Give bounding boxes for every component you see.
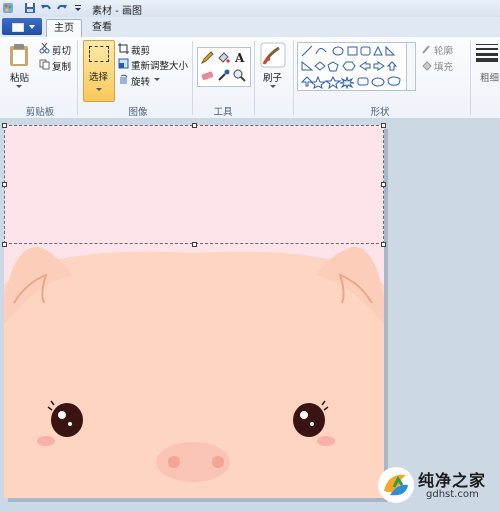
- selection-handle[interactable]: [381, 242, 386, 247]
- crop-button[interactable]: 裁剪: [131, 43, 150, 57]
- cut-button[interactable]: 剪切: [52, 43, 71, 57]
- title-bar: 素材 - 画图: [0, 0, 500, 18]
- tab-view[interactable]: 查看: [84, 19, 120, 37]
- rotate-button[interactable]: 旋转: [131, 74, 150, 88]
- selection-handle[interactable]: [381, 182, 386, 187]
- ribbon-home: 粘贴 剪切 复制 剪贴板 选择 裁剪 重新调整大小 旋转 图像 A 工具 刷子 …: [0, 37, 500, 119]
- size-button[interactable]: 粗细: [480, 70, 499, 84]
- brushes-button[interactable]: 刷子: [263, 70, 282, 84]
- customize-quick-access-icon[interactable]: [72, 2, 84, 14]
- window-title: 素材 - 画图: [92, 6, 142, 17]
- tools-box: A: [197, 47, 251, 87]
- save-icon[interactable]: [24, 2, 36, 14]
- copy-icon: [39, 59, 50, 70]
- eraser-icon[interactable]: [200, 68, 215, 83]
- shapes-icons[interactable]: [300, 44, 404, 89]
- rotate-dropdown-icon[interactable]: [154, 78, 160, 81]
- selection-handle[interactable]: [192, 242, 197, 247]
- brushes-dropdown-icon[interactable]: [270, 85, 276, 88]
- selection-handle[interactable]: [2, 182, 7, 187]
- outline-icon: [422, 45, 430, 54]
- select-dropdown-icon: [96, 88, 102, 91]
- watermark-url: gdhst.com: [426, 489, 479, 500]
- undo-icon[interactable]: [40, 2, 52, 14]
- paste-button[interactable]: 粘贴: [10, 70, 29, 84]
- selection-handle[interactable]: [192, 123, 197, 128]
- selection-handle[interactable]: [381, 123, 386, 128]
- magnifier-icon[interactable]: [232, 68, 247, 83]
- divider: [293, 41, 294, 115]
- selection-rectangle[interactable]: [4, 125, 384, 244]
- svg-text:A: A: [234, 51, 245, 65]
- select-button[interactable]: 选择: [83, 40, 115, 102]
- clipboard-group-label: 剪贴板: [25, 107, 55, 118]
- shapes-group-label: 形状: [370, 107, 390, 118]
- brush-icon[interactable]: [260, 42, 286, 68]
- fill-icon: [422, 61, 432, 71]
- text-icon[interactable]: A: [232, 50, 247, 65]
- shapes-gallery: [297, 42, 407, 91]
- fill-bucket-icon[interactable]: [216, 50, 231, 65]
- crop-icon: [118, 43, 129, 54]
- chevron-down-icon: [29, 25, 35, 29]
- watermark-logo-icon: [378, 467, 414, 503]
- resize-button[interactable]: 重新调整大小: [131, 58, 188, 72]
- pencil-icon[interactable]: [200, 50, 215, 65]
- resize-icon: [118, 58, 129, 69]
- redo-icon[interactable]: [56, 2, 68, 14]
- divider: [192, 41, 193, 115]
- select-icon: [89, 46, 109, 62]
- paint-app-icon: [3, 3, 13, 13]
- file-menu-button[interactable]: [2, 18, 42, 35]
- watermark: 纯净之家 gdhst.com: [374, 463, 496, 507]
- divider: [77, 41, 78, 115]
- outline-button[interactable]: 轮廓: [434, 43, 453, 57]
- line-size-icon[interactable]: [476, 43, 498, 63]
- image-group-label: 图像: [128, 107, 148, 118]
- paste-icon[interactable]: [8, 43, 30, 67]
- divider: [470, 41, 471, 115]
- rotate-icon: [120, 74, 128, 84]
- selection-handle[interactable]: [2, 242, 7, 247]
- select-label: 选择: [89, 72, 109, 83]
- tab-home[interactable]: 主页: [46, 19, 82, 38]
- copy-button[interactable]: 复制: [52, 59, 71, 73]
- selection-handle[interactable]: [2, 123, 7, 128]
- file-menu-icon: [12, 23, 24, 32]
- fill-button[interactable]: 填充: [434, 59, 453, 73]
- scissors-icon: [39, 43, 50, 54]
- color-picker-icon[interactable]: [216, 68, 231, 83]
- tools-group-label: 工具: [213, 107, 233, 118]
- divider: [254, 41, 255, 115]
- ribbon-tab-row: 主页 查看: [0, 17, 500, 38]
- watermark-title: 纯净之家: [418, 471, 487, 490]
- shapes-gallery-scroll[interactable]: [406, 42, 416, 91]
- paste-dropdown-icon[interactable]: [16, 85, 22, 88]
